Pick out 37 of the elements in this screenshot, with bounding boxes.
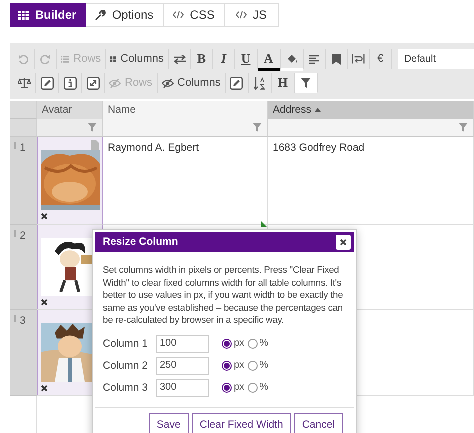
address-text: 1683 Godfrey Road [273,142,365,154]
field-label: Column 1 [103,338,149,350]
toolbar-button[interactable]: Columns [158,73,226,93]
format-button[interactable]: I [213,49,236,69]
field-label: Column 3 [103,382,149,394]
format-button[interactable]: A [258,49,281,69]
dialog-button[interactable]: Save [148,412,189,433]
width-input[interactable]: 250 [156,356,209,375]
field-label: Column 2 [103,360,149,372]
unit-label: px [234,382,245,394]
tab[interactable]: Builder [10,3,86,27]
dialog-title: Resize Column [103,236,178,248]
column-header[interactable]: Address [268,101,474,119]
width-input[interactable]: 300 [156,378,209,397]
toolbar-button[interactable]: Columns [106,49,170,69]
column-header[interactable]: Name [103,101,268,119]
dialog-description: Set columns width in pixels or percents. Press "Clear Fixed Width" to clear fixed columns width for all table columns. It's better to use values in px, if you want width to be exactly the same as you've established – because the percentages can be re-calculated by browser in a specific way. [103,264,344,327]
format-button[interactable]: B [191,49,214,69]
unit-label: % [260,360,268,372]
width-input[interactable]: 100 [156,334,209,353]
tab[interactable]: JS [225,3,279,27]
style-select[interactable]: Default [398,49,474,69]
unit-label: % [260,338,268,350]
row-number: 2 [20,230,26,242]
row-number: 1 [20,142,26,154]
dialog-button[interactable]: Cancel [294,412,343,433]
unit-label: % [260,382,268,394]
tab[interactable]: CSS [164,3,225,27]
format-button[interactable]: U [235,49,258,69]
unit-label: px [234,338,245,350]
unit-label: px [234,360,245,372]
column-header[interactable]: Avatar [37,101,103,119]
tab[interactable]: Options [86,3,164,27]
row-number: 3 [20,315,26,327]
dialog-button[interactable]: Clear Fixed Width [192,412,292,433]
currency-button[interactable]: € [370,49,392,69]
name-text: Raymond A. Egbert [108,142,200,154]
